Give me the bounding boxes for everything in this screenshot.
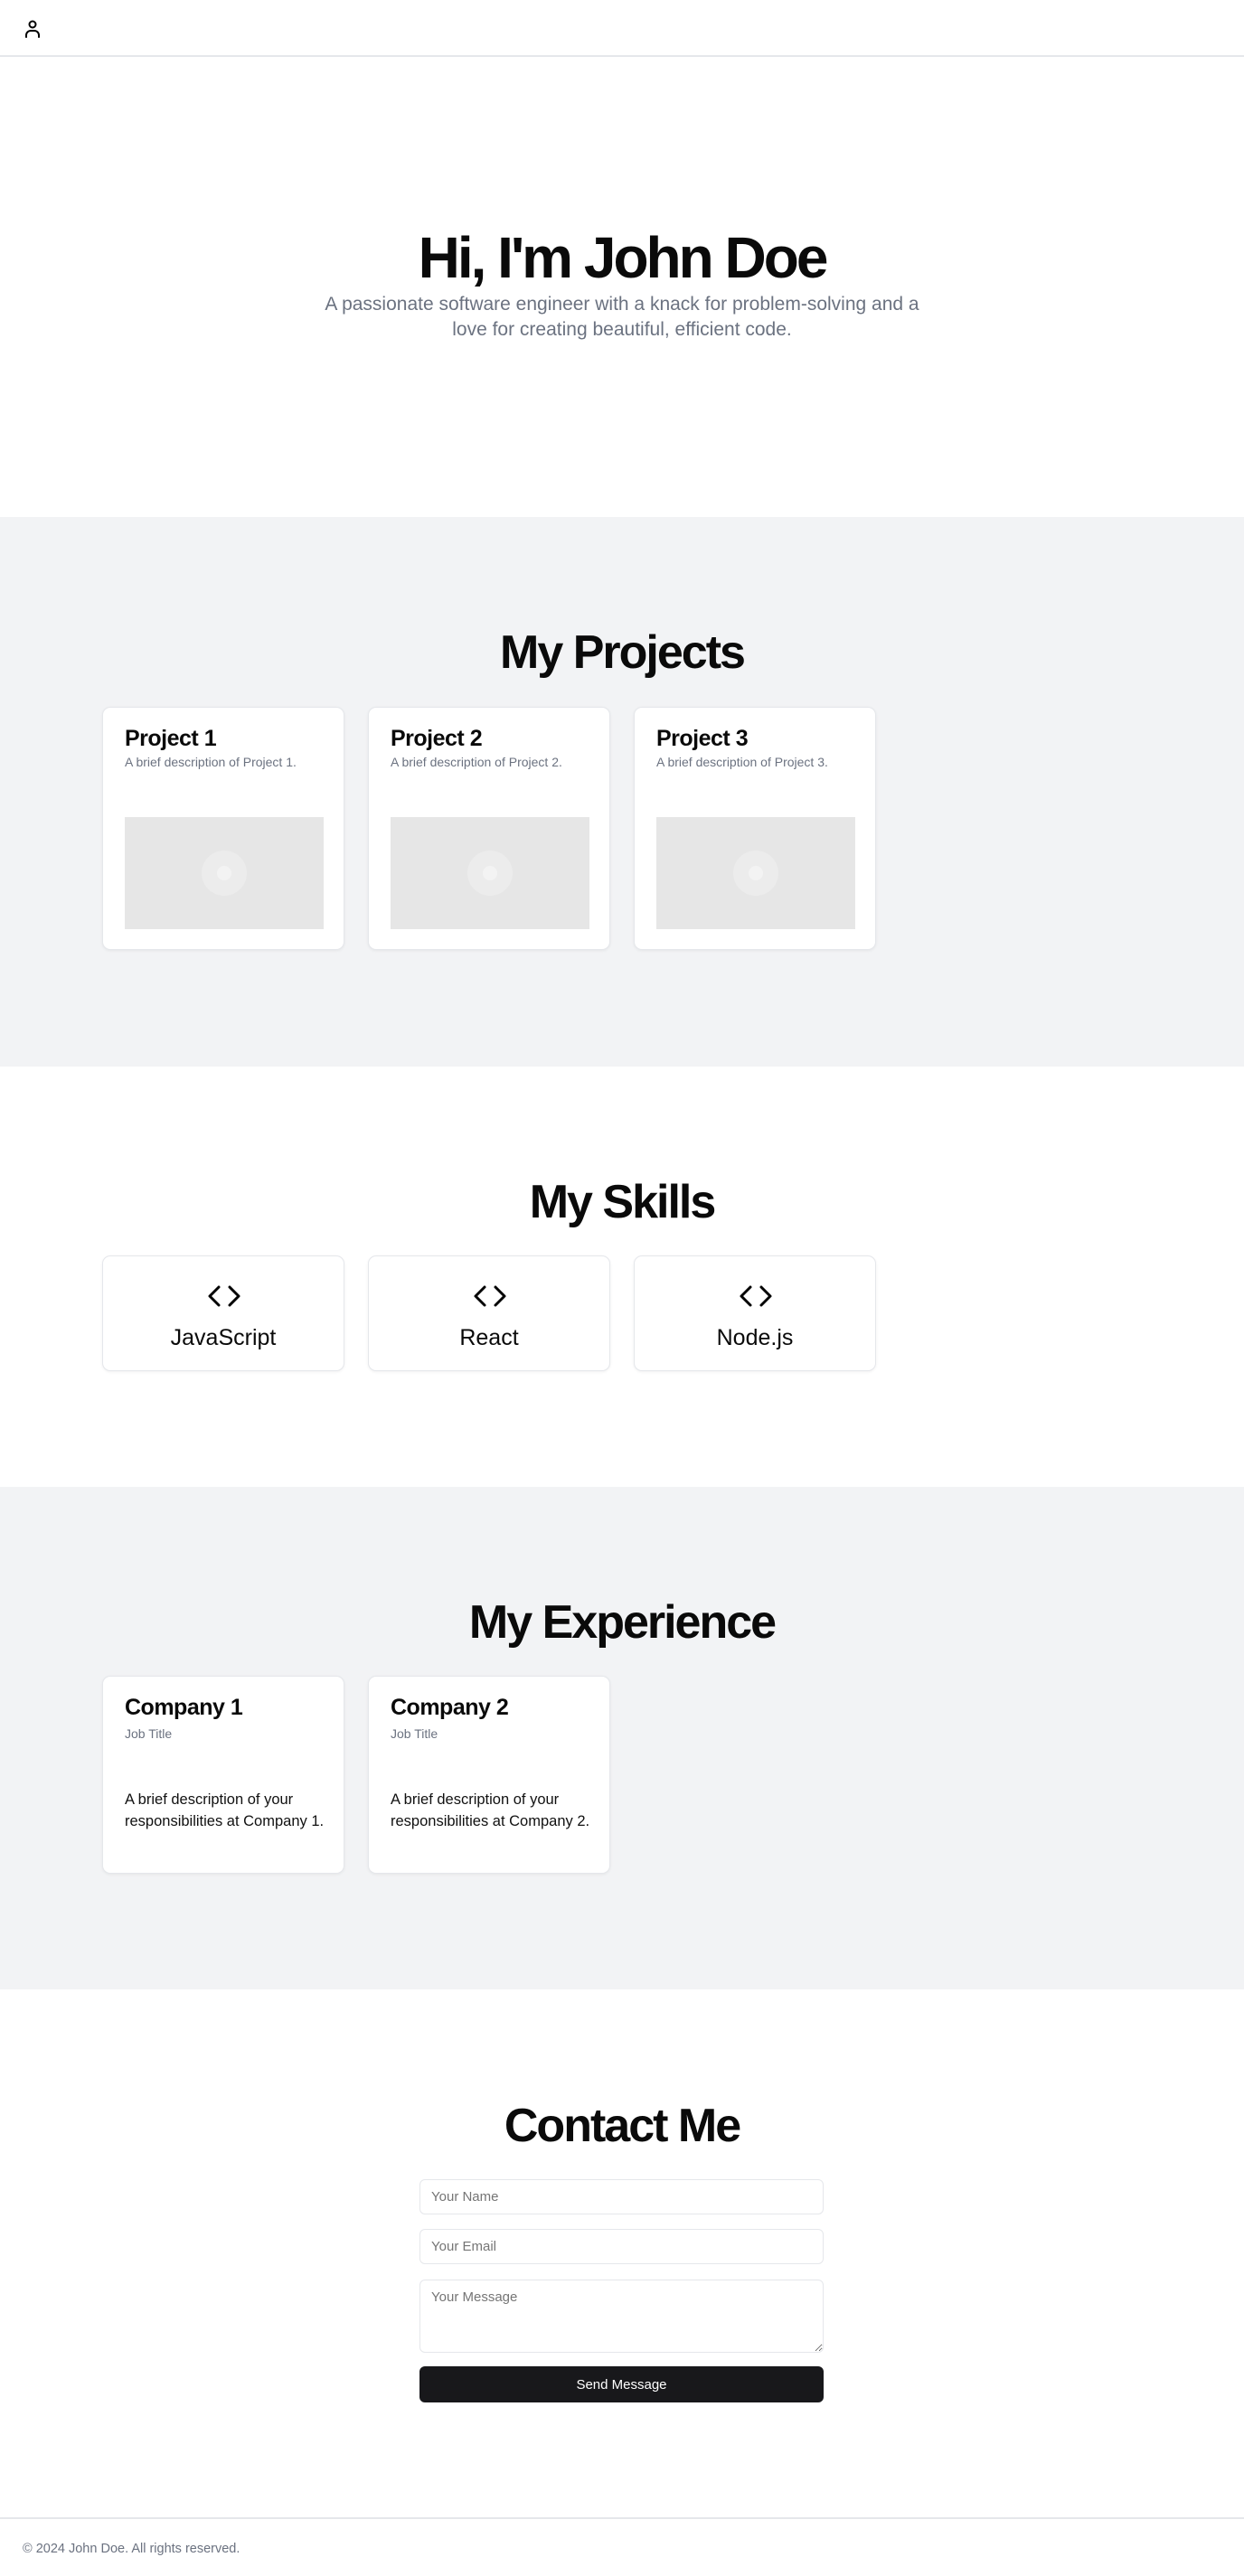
copyright-text: © 2024 John Doe. All rights reserved. <box>23 2542 240 2556</box>
skill-name: Node.js <box>716 1325 794 1350</box>
projects-title: My Projects <box>500 626 746 679</box>
project-description: A brief description of Project 3. <box>656 755 828 769</box>
experience-card: Company 2 Job Title A brief description … <box>368 1676 610 1874</box>
skills-section: My Skills JavaScript React Node.js <box>0 1067 1244 1487</box>
company-name: Company 2 <box>391 1695 509 1720</box>
hero-title: Hi, I'm John Doe <box>418 225 829 290</box>
job-title: Job Title <box>125 1726 173 1741</box>
message-textarea[interactable] <box>419 2280 824 2353</box>
code-icon <box>740 1285 772 1307</box>
email-input[interactable] <box>419 2229 824 2264</box>
project-card[interactable]: Project 3 A brief description of Project… <box>634 707 876 950</box>
company-name: Company 1 <box>125 1695 243 1720</box>
skill-card: JavaScript <box>102 1255 344 1371</box>
send-message-button[interactable]: Send Message <box>419 2366 824 2402</box>
experience-title: My Experience <box>468 1596 777 1649</box>
user-icon[interactable] <box>22 18 43 40</box>
project-name: Project 2 <box>391 726 483 751</box>
skill-name: JavaScript <box>170 1325 277 1350</box>
project-description: A brief description of Project 2. <box>391 755 562 769</box>
name-input[interactable] <box>419 2179 824 2214</box>
experience-card: Company 1 Job Title A brief description … <box>102 1676 344 1874</box>
image-placeholder-icon <box>125 817 324 929</box>
skill-card: React <box>368 1255 610 1371</box>
top-nav <box>0 0 1244 57</box>
footer: © 2024 John Doe. All rights reserved. <box>0 2517 1244 2576</box>
project-card[interactable]: Project 1 A brief description of Project… <box>102 707 344 950</box>
project-description: A brief description of Project 1. <box>125 755 297 769</box>
job-title: Job Title <box>391 1726 438 1741</box>
project-card[interactable]: Project 2 A brief description of Project… <box>368 707 610 950</box>
experience-description: A brief description of your responsibili… <box>125 1791 325 1829</box>
project-name: Project 3 <box>656 726 749 751</box>
experience-description: A brief description of your responsibili… <box>391 1791 590 1829</box>
contact-title: Contact Me <box>504 2100 741 2152</box>
code-icon <box>474 1285 506 1307</box>
skill-card: Node.js <box>634 1255 876 1371</box>
projects-section: My Projects Project 1 A brief descriptio… <box>0 517 1244 1067</box>
skill-name: React <box>459 1325 519 1350</box>
experience-section: My Experience Company 1 Job Title A brie… <box>0 1487 1244 1989</box>
hero-subtitle: A passionate software engineer with a kn… <box>325 294 919 340</box>
code-icon <box>208 1285 240 1307</box>
image-placeholder-icon <box>391 817 589 929</box>
project-name: Project 1 <box>125 726 217 751</box>
skills-title: My Skills <box>529 1176 717 1228</box>
hero-section: Hi, I'm John Doe A passionate software e… <box>0 57 1244 517</box>
image-placeholder-icon <box>656 817 855 929</box>
